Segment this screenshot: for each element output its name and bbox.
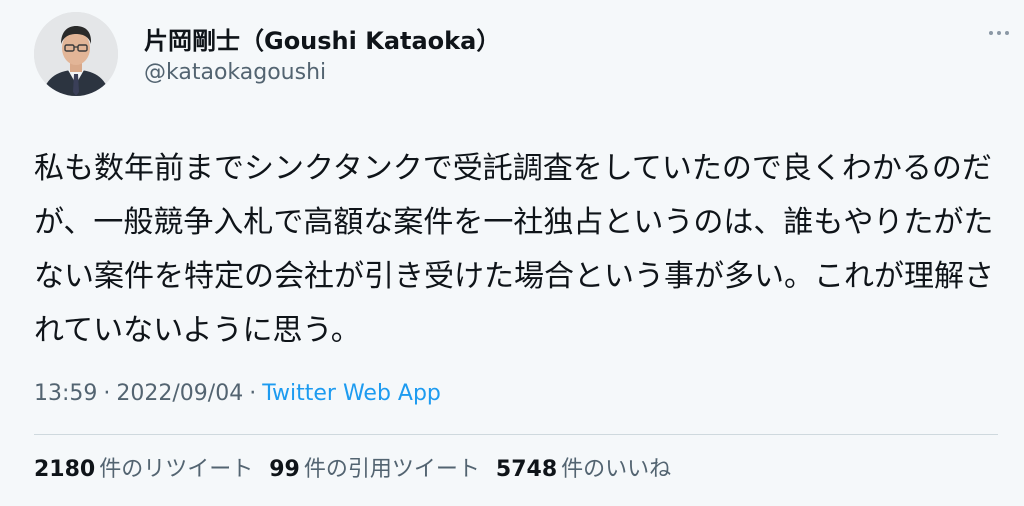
tweet-header: 片岡剛士（Goushi Kataoka） @kataokagoushi [34, 12, 1004, 108]
quote-count: 99 [269, 457, 300, 482]
tweet-text: 私も数年前までシンクタンクで受託調査をしていたので良くわかるのだが、一般競争入札… [34, 151, 994, 348]
tweet-time[interactable]: 13:59 [34, 381, 97, 406]
meta-separator: · [249, 381, 257, 406]
tweet-stats: 2180 件のリツイート 99 件の引用ツイート 5748 件のいいね [34, 452, 687, 488]
tweet-date[interactable]: 2022/09/04 [116, 381, 243, 406]
quote-label: 件の引用ツイート [303, 457, 480, 482]
tweet-card: 片岡剛士（Goushi Kataoka） @kataokagoushi 私も数年… [0, 0, 1024, 506]
user-names: 片岡剛士（Goushi Kataoka） @kataokagoushi [144, 26, 500, 88]
tweet-meta: 13:59 · 2022/09/04 · Twitter Web App [34, 377, 441, 411]
like-count-link[interactable]: 5748 件のいいね [496, 452, 671, 488]
divider [34, 434, 998, 435]
meta-separator: · [103, 381, 111, 406]
user-handle[interactable]: @kataokagoushi [144, 58, 500, 88]
ellipsis-icon[interactable] [984, 18, 1014, 48]
tweet-source-link[interactable]: Twitter Web App [262, 381, 441, 406]
quote-count-link[interactable]: 99 件の引用ツイート [269, 452, 480, 488]
retweet-count: 2180 [34, 457, 96, 482]
retweet-label: 件のリツイート [99, 457, 254, 482]
retweet-count-link[interactable]: 2180 件のリツイート [34, 452, 253, 488]
display-name[interactable]: 片岡剛士（Goushi Kataoka） [144, 26, 500, 56]
user-avatar-icon[interactable] [34, 12, 118, 96]
like-label: 件のいいね [561, 457, 672, 482]
like-count: 5748 [495, 457, 558, 482]
